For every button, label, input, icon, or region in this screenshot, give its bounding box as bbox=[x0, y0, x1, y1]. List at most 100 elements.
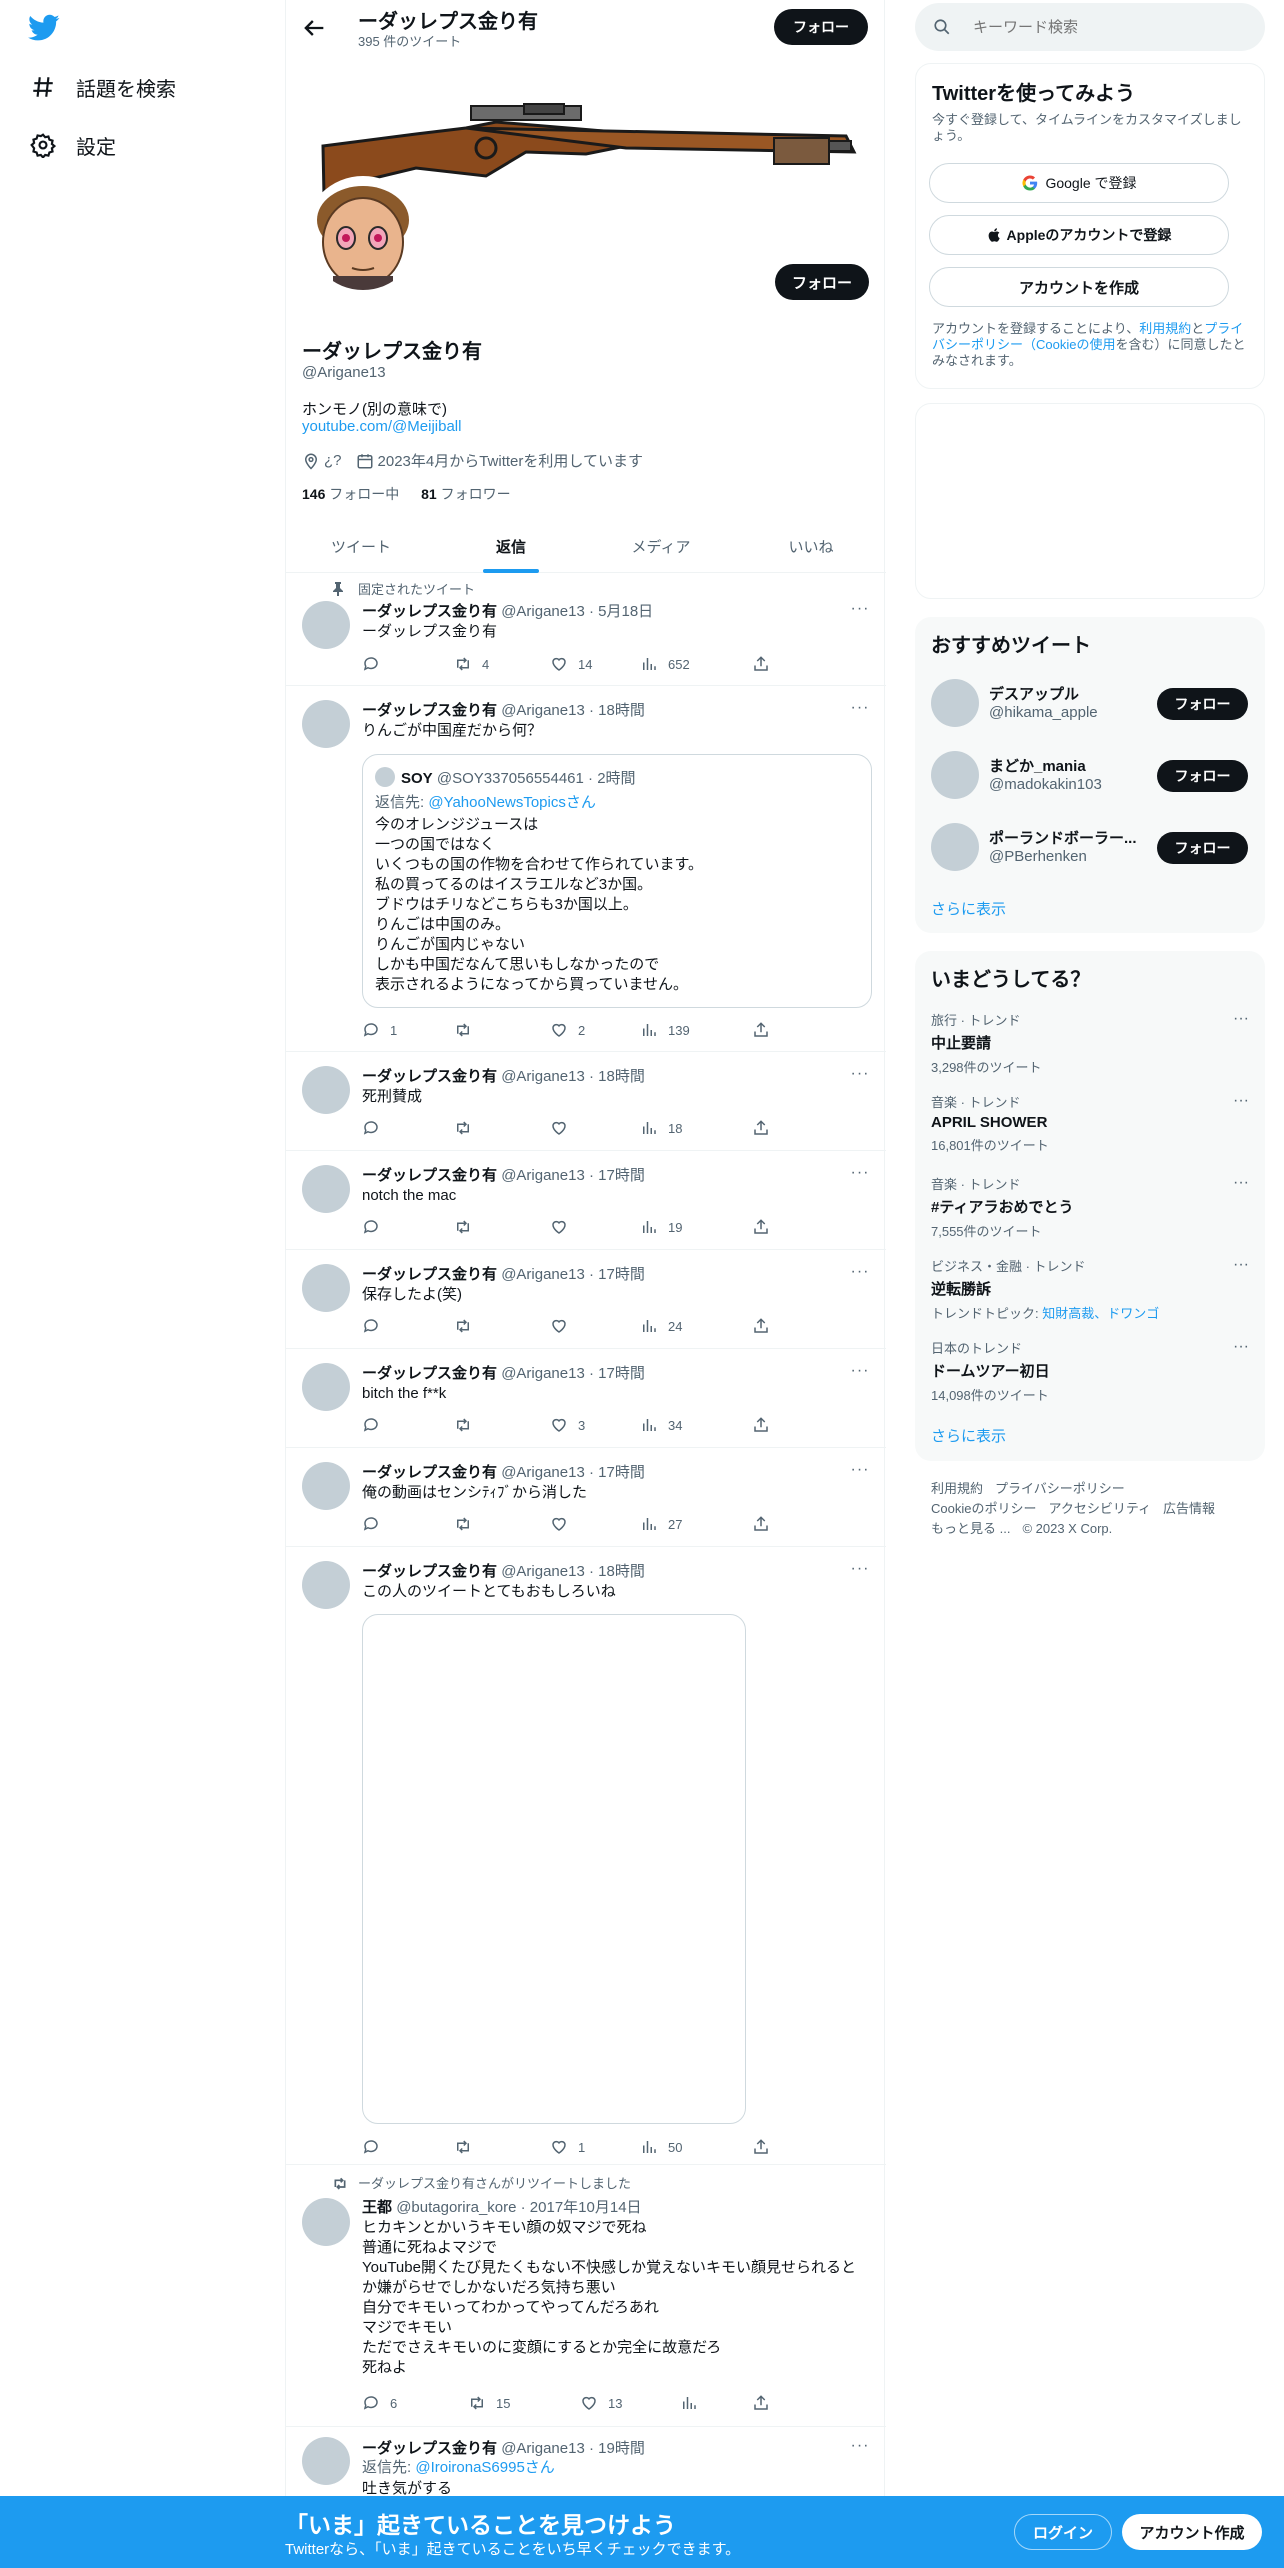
share-button[interactable] bbox=[752, 1415, 780, 1435]
google-signup-button[interactable]: Google で登録 bbox=[929, 163, 1229, 203]
more-icon[interactable]: ··· bbox=[850, 600, 870, 620]
share-button[interactable] bbox=[752, 1217, 780, 1237]
reply-button[interactable] bbox=[362, 2137, 390, 2157]
retweet-button[interactable] bbox=[454, 1118, 482, 1138]
avatar[interactable] bbox=[302, 1462, 350, 1510]
more-icon[interactable]: ··· bbox=[850, 1065, 870, 1085]
footer-more-link[interactable]: もっと見る ... bbox=[931, 1521, 1010, 1536]
terms-link[interactable]: 利用規約 bbox=[1139, 321, 1191, 336]
retweet-button[interactable] bbox=[454, 1316, 482, 1336]
followers-link[interactable]: 81 フォロワー bbox=[421, 486, 510, 502]
tweet-pinned[interactable]: 固定されたツイート ーダッレプス金り有 @Arigane13 · 5月18日 ·… bbox=[286, 574, 886, 686]
footer-privacy-link[interactable]: プライバシーポリシー bbox=[995, 1481, 1125, 1496]
avatar[interactable] bbox=[302, 1165, 350, 1213]
tweet-item[interactable]: ーダッレプス金り有 @Arigane13 · 17時間 ··· 俺の動画はセンシ… bbox=[286, 1448, 886, 1547]
reply-button[interactable] bbox=[362, 1316, 390, 1336]
recommended-account[interactable]: ポーランドボーラー... @PBerhenken フォロー bbox=[931, 819, 1249, 875]
avatar[interactable] bbox=[302, 1264, 350, 1312]
share-button[interactable] bbox=[752, 2137, 780, 2157]
views-button[interactable]: 34 bbox=[640, 1415, 682, 1435]
follow-button[interactable]: フォロー bbox=[1157, 832, 1248, 864]
more-icon[interactable]: ··· bbox=[1233, 1256, 1249, 1274]
views-button[interactable]: 139 bbox=[640, 1020, 690, 1040]
apple-signup-button[interactable]: Appleのアカウントで登録 bbox=[929, 215, 1229, 255]
retweet-button[interactable] bbox=[454, 1415, 482, 1435]
more-icon[interactable]: ··· bbox=[1233, 1174, 1249, 1192]
views-button[interactable]: 19 bbox=[640, 1217, 682, 1237]
share-button[interactable] bbox=[752, 654, 780, 674]
follow-button[interactable]: フォロー bbox=[1157, 760, 1248, 792]
nav-settings[interactable]: 設定 bbox=[28, 123, 116, 167]
reply-button[interactable] bbox=[362, 1514, 390, 1534]
more-icon[interactable]: ··· bbox=[1233, 1010, 1249, 1028]
reply-button[interactable]: 6 bbox=[362, 2393, 397, 2413]
avatar[interactable] bbox=[302, 601, 350, 649]
header-follow-button[interactable]: フォロー bbox=[774, 9, 868, 45]
retweet-button[interactable] bbox=[454, 1217, 482, 1237]
retweet-button[interactable] bbox=[454, 1514, 482, 1534]
avatar[interactable] bbox=[302, 2437, 350, 2485]
like-button[interactable] bbox=[550, 1514, 578, 1534]
follow-button[interactable]: フォロー bbox=[775, 264, 869, 300]
share-button[interactable] bbox=[752, 1514, 780, 1534]
like-button[interactable] bbox=[550, 1118, 578, 1138]
tweet-author[interactable]: ーダッレプス金り有 bbox=[362, 1068, 497, 1085]
tab-tweets[interactable]: ツイート bbox=[286, 520, 436, 573]
views-button[interactable]: 27 bbox=[640, 1514, 682, 1534]
more-icon[interactable]: ··· bbox=[850, 1263, 870, 1283]
tweet-media[interactable] bbox=[362, 1614, 746, 2124]
views-button[interactable] bbox=[680, 2393, 708, 2413]
login-button[interactable]: ログイン bbox=[1014, 2514, 1112, 2550]
footer-ads-link[interactable]: 広告情報 bbox=[1163, 1501, 1215, 1516]
tab-replies[interactable]: 返信 bbox=[436, 520, 586, 573]
following-link[interactable]: 146 フォロー中 bbox=[302, 486, 399, 502]
share-button[interactable] bbox=[752, 1020, 780, 1040]
footer-cookie-link[interactable]: Cookieのポリシー bbox=[931, 1501, 1036, 1516]
follow-button[interactable]: フォロー bbox=[1157, 688, 1248, 720]
quoted-tweet[interactable]: SOY @SOY337056554461 · 2時間 返信先: @YahooNe… bbox=[362, 754, 872, 1008]
more-icon[interactable]: ··· bbox=[850, 1164, 870, 1184]
search-input[interactable] bbox=[973, 18, 1233, 36]
twitter-logo-icon[interactable] bbox=[28, 14, 60, 42]
more-icon[interactable]: ··· bbox=[850, 1461, 870, 1481]
tab-media[interactable]: メディア bbox=[586, 520, 736, 573]
tweet-item[interactable]: ーダッレプス金り有 @Arigane13 · 18時間 ··· 死刑賛成 18 bbox=[286, 1052, 886, 1151]
signup-button[interactable]: アカウント作成 bbox=[1122, 2514, 1262, 2550]
views-button[interactable]: 652 bbox=[640, 654, 690, 674]
more-icon[interactable]: ··· bbox=[850, 2437, 870, 2457]
tweet-item[interactable]: ーダッレプス金り有 @Arigane13 · 17時間 ··· bitch th… bbox=[286, 1349, 886, 1448]
trend-item[interactable]: 音楽 · トレンド APRIL SHOWER 16,801件のツイート ··· bbox=[931, 1092, 1249, 1154]
tweet-author[interactable]: ーダッレプス金り有 bbox=[362, 1167, 497, 1184]
create-account-button[interactable]: アカウントを作成 bbox=[929, 267, 1229, 307]
tweet-item[interactable]: ーダッレプス金り有 @Arigane13 · 17時間 ··· notch th… bbox=[286, 1151, 886, 1250]
tweet-author[interactable]: ーダッレプス金り有 bbox=[362, 702, 497, 719]
reply-button[interactable] bbox=[362, 654, 390, 674]
tweet-author[interactable]: ーダッレプス金り有 bbox=[362, 2440, 497, 2457]
share-button[interactable] bbox=[752, 2393, 780, 2413]
trend-topic-links[interactable]: 知財高裁、ドワンゴ bbox=[1042, 1306, 1159, 1321]
like-button[interactable]: 3 bbox=[550, 1415, 585, 1435]
retweet-button[interactable]: 4 bbox=[454, 654, 489, 674]
recommended-account[interactable]: デスアップル @hikama_apple フォロー bbox=[931, 675, 1249, 731]
avatar[interactable] bbox=[302, 2198, 350, 2246]
tweet-author[interactable]: ーダッレプス金り有 bbox=[362, 1464, 497, 1481]
share-button[interactable] bbox=[752, 1118, 780, 1138]
more-icon[interactable]: ··· bbox=[850, 1560, 870, 1580]
back-arrow-icon[interactable] bbox=[300, 14, 328, 42]
more-icon[interactable]: ··· bbox=[850, 1362, 870, 1382]
recommended-show-more[interactable]: さらに表示 bbox=[931, 898, 1006, 919]
retweet-button[interactable] bbox=[454, 2137, 482, 2157]
search-box[interactable] bbox=[915, 3, 1265, 51]
like-button[interactable]: 14 bbox=[550, 654, 592, 674]
retweet-button[interactable]: 15 bbox=[468, 2393, 510, 2413]
tweet-author[interactable]: ーダッレプス金り有 bbox=[362, 1266, 497, 1283]
nav-explore[interactable]: 話題を検索 bbox=[28, 65, 176, 109]
views-button[interactable]: 24 bbox=[640, 1316, 682, 1336]
reply-button[interactable] bbox=[362, 1118, 390, 1138]
share-button[interactable] bbox=[752, 1316, 780, 1336]
views-button[interactable]: 50 bbox=[640, 2137, 682, 2157]
footer-accessibility-link[interactable]: アクセシビリティ bbox=[1048, 1501, 1151, 1516]
footer-terms-link[interactable]: 利用規約 bbox=[931, 1481, 983, 1496]
views-button[interactable]: 18 bbox=[640, 1118, 682, 1138]
avatar[interactable] bbox=[302, 700, 350, 748]
